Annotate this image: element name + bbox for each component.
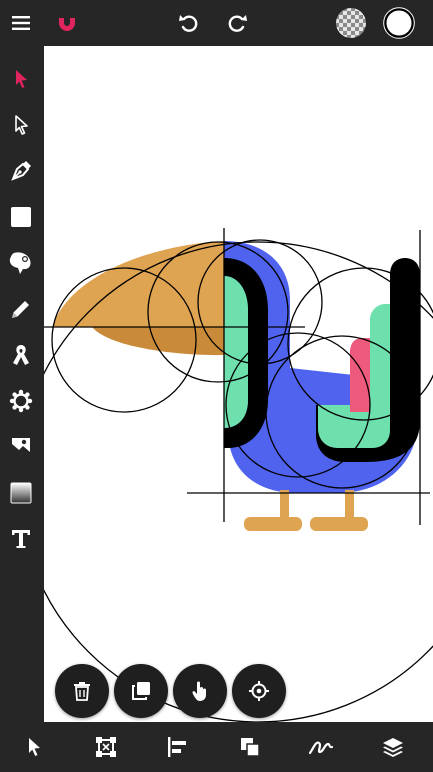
snap-magnet-button[interactable] [50, 6, 84, 40]
stroke-color-button[interactable] [382, 6, 416, 40]
pencil-tool[interactable] [4, 292, 38, 326]
blob-tool[interactable] [4, 246, 38, 280]
top-bar [0, 0, 433, 46]
pen-tool[interactable] [4, 154, 38, 188]
blob-icon [9, 252, 31, 274]
bottom-toolbar [0, 722, 433, 772]
undo-icon [179, 15, 198, 32]
pan-button[interactable] [173, 664, 227, 718]
hand-icon [192, 681, 206, 701]
toucan-right-foot [310, 517, 368, 531]
toucan-illustration [44, 228, 433, 722]
gear-shape-icon [9, 389, 33, 413]
toucan-left-foot [244, 517, 302, 531]
toucan-green-band [224, 276, 248, 428]
ribbon-icon [13, 345, 29, 365]
square-icon [11, 207, 31, 227]
image-icon [12, 438, 30, 456]
select-tool[interactable] [4, 62, 38, 96]
text-T-icon [12, 530, 30, 548]
pointer-filled-icon [16, 70, 27, 88]
shape-tool[interactable] [4, 200, 38, 234]
calligraphy-tool[interactable] [4, 338, 38, 372]
path-icon [308, 741, 334, 755]
transparency-fill-icon [336, 8, 366, 38]
gradient-icon [10, 482, 32, 504]
image-tool[interactable] [4, 430, 38, 464]
menu-button[interactable] [4, 6, 38, 40]
align-left-icon [168, 737, 186, 757]
select-mode-button[interactable] [17, 730, 51, 764]
text-tool[interactable] [4, 522, 38, 556]
transform-icon [96, 737, 116, 757]
menu-icon [12, 16, 30, 30]
pen-nib-icon [11, 161, 31, 181]
toucan-beak-shadow [92, 327, 224, 356]
drawing-canvas[interactable] [44, 46, 433, 722]
delete-icon [74, 682, 90, 701]
magnet-icon [59, 15, 75, 31]
toucan-tail-pink [350, 338, 370, 412]
direct-select-tool[interactable] [4, 108, 38, 142]
redo-icon [228, 15, 247, 32]
target-icon [249, 681, 269, 701]
fill-button[interactable] [334, 6, 368, 40]
align-button[interactable] [160, 730, 194, 764]
pencil-icon [12, 301, 29, 318]
symbol-tool[interactable] [4, 384, 38, 418]
pointer-outline-icon [15, 115, 28, 135]
gradient-tool[interactable] [4, 476, 38, 510]
layers-button[interactable] [376, 730, 410, 764]
color-swatch-icon [383, 7, 415, 39]
zoom-fit-button[interactable] [232, 664, 286, 718]
layers-icon [383, 738, 403, 757]
duplicate-icon [132, 682, 150, 700]
pointer-icon [29, 738, 40, 756]
duplicate-button[interactable] [114, 664, 168, 718]
transform-button[interactable] [89, 730, 123, 764]
arrange-button[interactable] [233, 730, 267, 764]
arrange-icon [241, 738, 260, 757]
tools-sidebar [0, 46, 44, 722]
undo-button[interactable] [172, 6, 206, 40]
redo-button[interactable] [220, 6, 254, 40]
delete-button[interactable] [55, 664, 109, 718]
path-button[interactable] [304, 730, 338, 764]
